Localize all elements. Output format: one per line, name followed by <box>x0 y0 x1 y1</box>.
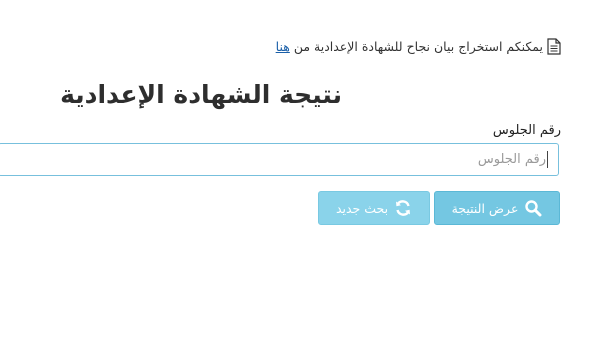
text-caret <box>547 151 548 168</box>
search-icon <box>524 199 542 217</box>
result-page: يمكنكم استخراج بيان نجاح للشهادة الإعداد… <box>0 0 600 338</box>
notice-line: يمكنكم استخراج بيان نجاح للشهادة الإعداد… <box>276 38 561 55</box>
document-icon <box>547 38 561 55</box>
new-search-label: بحث جديد <box>335 200 389 216</box>
notice-text: يمكنكم استخراج بيان نجاح للشهادة الإعداد… <box>293 39 543 54</box>
seat-number-label: رقم الجلوس <box>492 123 561 138</box>
new-search-button[interactable]: بحث جديد <box>318 191 430 225</box>
page-title: نتيجة الشهادة الإعدادية <box>60 80 342 109</box>
refresh-icon <box>394 199 412 217</box>
seat-number-input[interactable] <box>0 143 559 176</box>
notice-link[interactable]: هنا <box>276 39 290 54</box>
show-result-button[interactable]: عرض النتيجة <box>434 191 560 225</box>
show-result-label: عرض النتيجة <box>451 200 519 216</box>
